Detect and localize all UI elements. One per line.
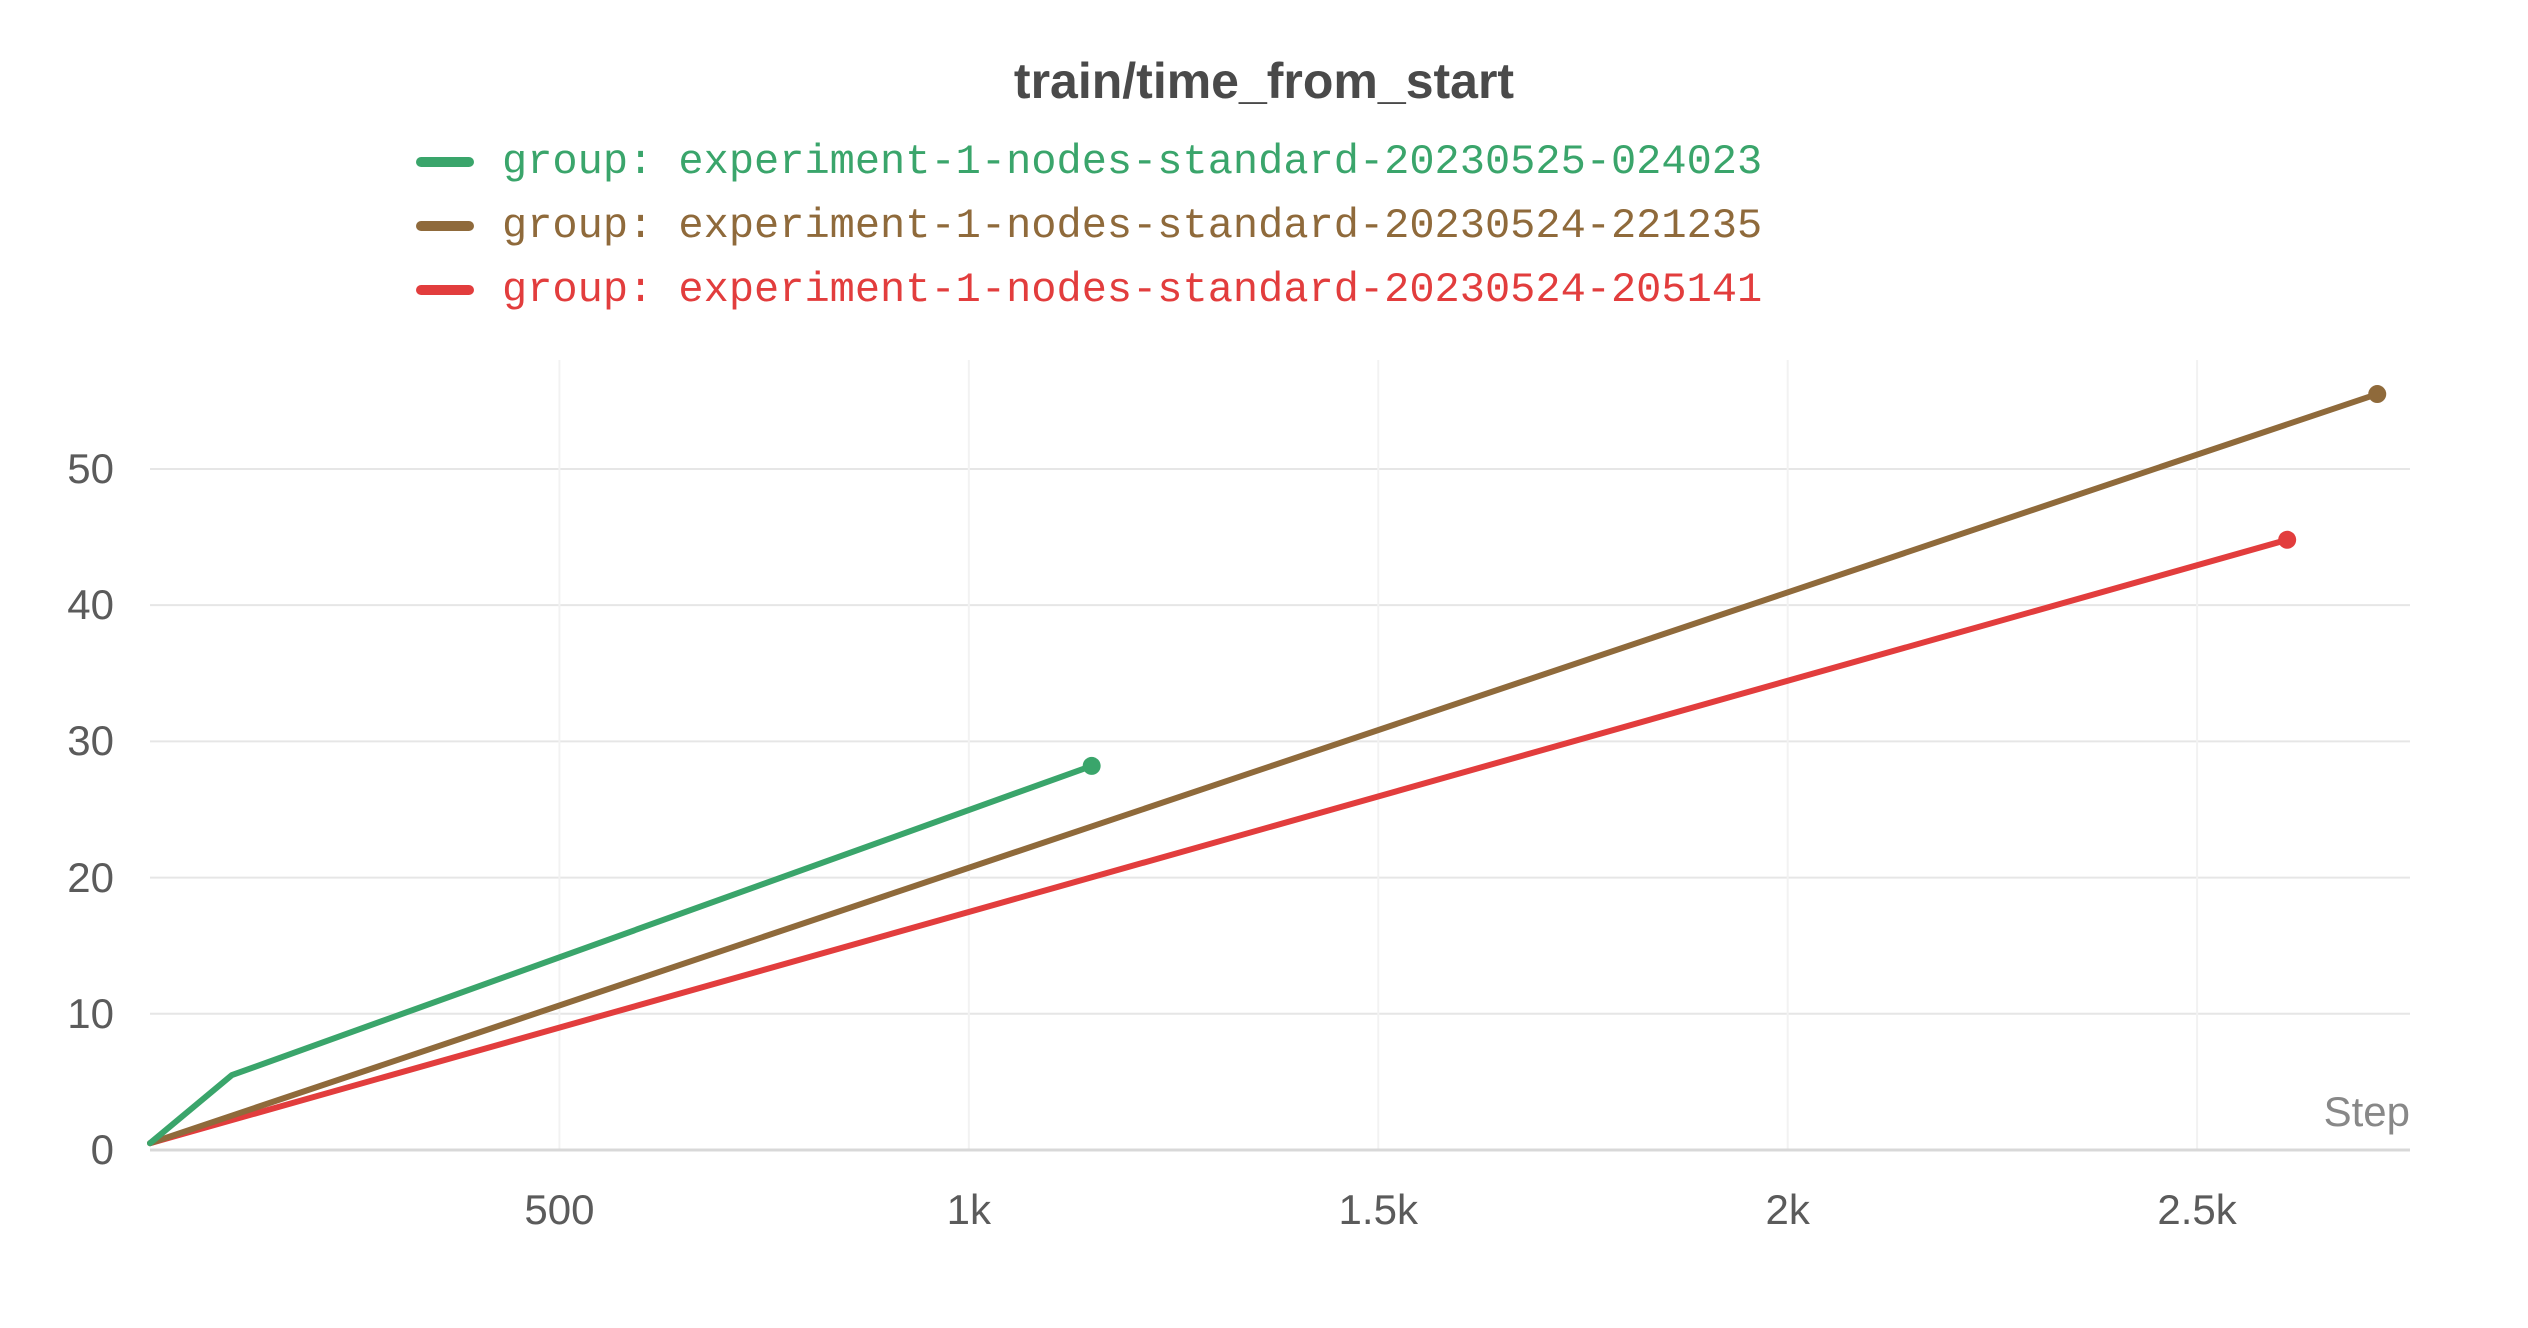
legend-item[interactable]: group: experiment-1-nodes-standard-20230… bbox=[416, 194, 1762, 258]
legend-swatch-icon bbox=[416, 221, 474, 231]
chart-container: train/time_from_start group: experiment-… bbox=[0, 0, 2528, 1328]
legend-label: group: experiment-1-nodes-standard-20230… bbox=[502, 138, 1762, 186]
x-tick-label: 2k bbox=[1765, 1186, 1809, 1234]
y-tick-label: 0 bbox=[91, 1126, 114, 1174]
x-axis-label: Step bbox=[2324, 1088, 2410, 1136]
legend-item[interactable]: group: experiment-1-nodes-standard-20230… bbox=[416, 258, 1762, 322]
plot-area: 01020304050 5001k1.5k2k2.5k Step bbox=[150, 360, 2410, 1150]
legend-item[interactable]: group: experiment-1-nodes-standard-20230… bbox=[416, 130, 1762, 194]
y-tick-label: 50 bbox=[67, 445, 114, 493]
legend-swatch-icon bbox=[416, 157, 474, 167]
legend-label: group: experiment-1-nodes-standard-20230… bbox=[502, 266, 1762, 314]
x-tick-label: 1k bbox=[947, 1186, 991, 1234]
x-tick-label: 2.5k bbox=[2157, 1186, 2236, 1234]
x-tick-label: 1.5k bbox=[1339, 1186, 1418, 1234]
y-tick-label: 40 bbox=[67, 581, 114, 629]
x-tick-label: 500 bbox=[524, 1186, 594, 1234]
legend: group: experiment-1-nodes-standard-20230… bbox=[416, 130, 1762, 322]
legend-swatch-icon bbox=[416, 285, 474, 295]
y-tick-label: 20 bbox=[67, 854, 114, 902]
chart-title: train/time_from_start bbox=[0, 52, 2528, 110]
y-tick-label: 30 bbox=[67, 717, 114, 765]
plot-svg bbox=[150, 360, 2410, 1150]
y-tick-label: 10 bbox=[67, 990, 114, 1038]
legend-label: group: experiment-1-nodes-standard-20230… bbox=[502, 202, 1762, 250]
